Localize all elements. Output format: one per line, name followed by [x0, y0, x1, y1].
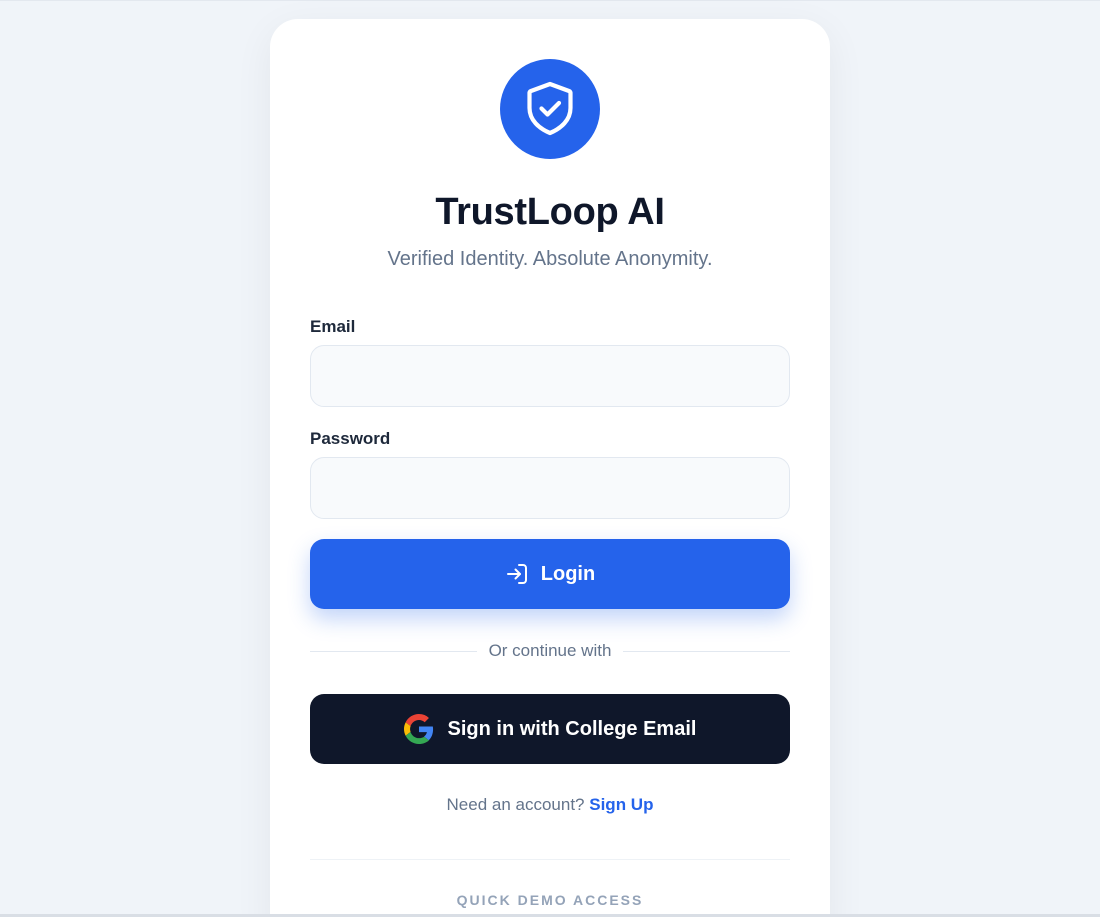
quick-demo-heading: QUICK DEMO ACCESS	[456, 892, 644, 908]
email-field[interactable]	[310, 345, 790, 407]
google-icon	[403, 714, 433, 744]
app-tagline: Verified Identity. Absolute Anonymity.	[387, 248, 713, 270]
password-label: Password	[310, 429, 391, 448]
divider-line-left	[310, 650, 477, 652]
google-signin-button[interactable]: Sign in with College Email	[310, 694, 790, 764]
divider-text: Or continue with	[488, 641, 612, 660]
password-field[interactable]	[310, 457, 790, 519]
divider-line-right	[623, 650, 790, 652]
login-button[interactable]: Login	[310, 539, 790, 609]
login-card: TrustLoop AI Verified Identity. Absolute…	[270, 19, 830, 917]
section-divider	[310, 859, 790, 860]
signup-link[interactable]: Sign Up	[589, 795, 653, 814]
signup-prompt-text: Need an account?	[446, 795, 585, 814]
logo-badge	[500, 59, 600, 159]
or-continue-divider: Or continue with	[310, 639, 790, 663]
app-title: TrustLoop AI	[435, 191, 665, 233]
google-signin-label: Sign in with College Email	[447, 717, 697, 740]
email-label: Email	[310, 317, 356, 336]
login-button-label: Login	[540, 562, 596, 585]
signup-prompt: Need an account? Sign Up	[270, 795, 830, 815]
shield-check-icon	[527, 81, 573, 136]
login-page: TrustLoop AI Verified Identity. Absolute…	[0, 0, 1100, 917]
login-arrow-icon	[506, 564, 527, 584]
